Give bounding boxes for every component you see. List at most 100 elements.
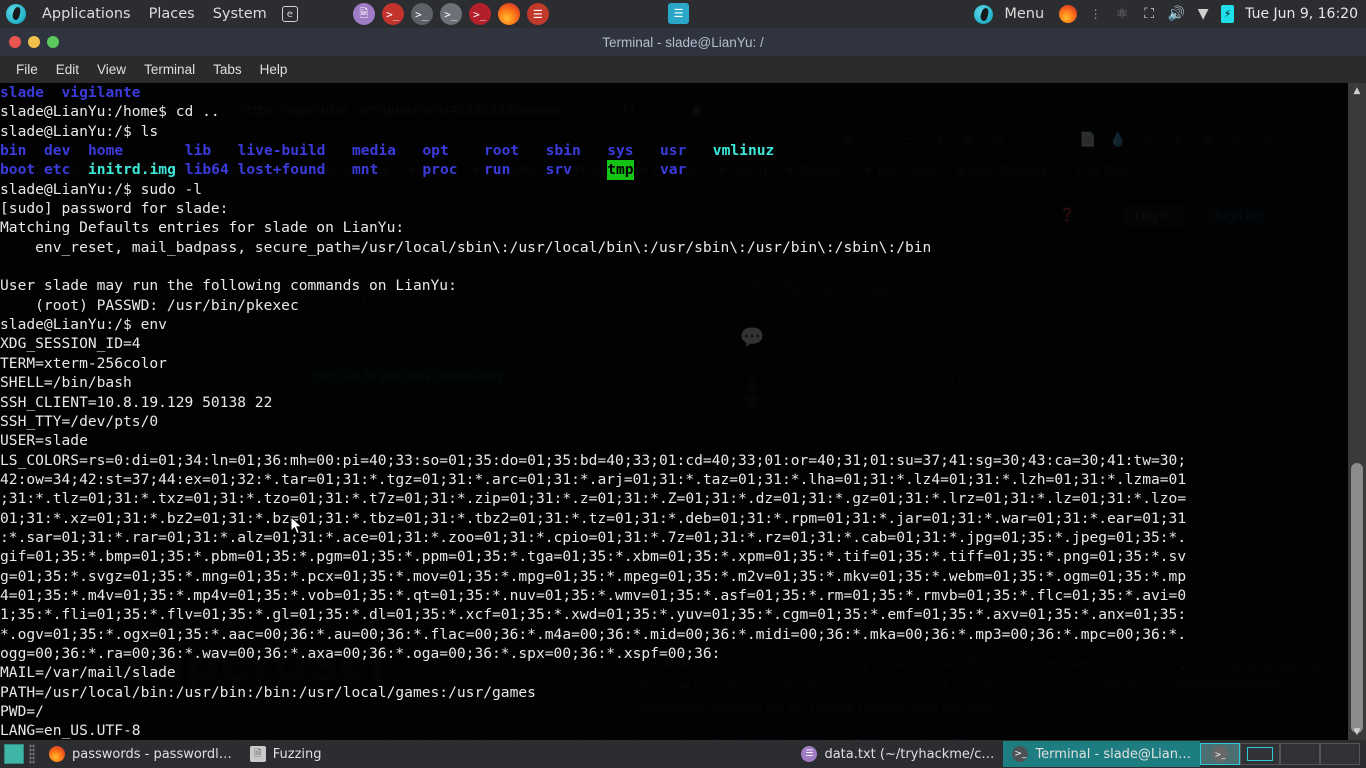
top-panel: Applications Places System e 🗎 >_ >_ >_ … bbox=[0, 0, 1366, 28]
terminal-body[interactable]: slade vigilanteslade@LianYu:/home$ cd ..… bbox=[0, 83, 1366, 740]
ls-entry: opt bbox=[422, 141, 448, 160]
terminal-icon: >_ bbox=[1012, 746, 1028, 762]
scroll-up-arrow-icon[interactable]: ▲ bbox=[1348, 83, 1366, 99]
terminal-line: slade@LianYu:/$ sudo -l bbox=[0, 180, 1348, 199]
volume-icon[interactable]: 🔊 bbox=[1167, 5, 1185, 23]
notes-icon[interactable]: ☰ bbox=[668, 3, 689, 24]
terminal-line: *.ogv=01;35:*.ogx=01;35:*.aac=00;36:*.au… bbox=[0, 625, 1348, 644]
clock[interactable]: Tue Jun 9, 16:20 bbox=[1243, 6, 1358, 22]
ls-entry: sys bbox=[607, 141, 633, 160]
terminal-line: ogg=00;36:*.ra=00;36:*.wav=00;36:*.axa=0… bbox=[0, 644, 1348, 663]
launcher-terminal-red-icon[interactable]: >_ bbox=[382, 3, 404, 25]
workspace-switcher[interactable]: >_ bbox=[1200, 743, 1360, 765]
taskbar-item-fuzzing[interactable]: 🗎 Fuzzing bbox=[241, 741, 331, 767]
panel-launchers: 🗎 >_ >_ >_ >_ ☰ bbox=[353, 3, 549, 25]
ls-entry: tmp bbox=[607, 160, 633, 179]
terminal-line: PWD=/ bbox=[0, 702, 1348, 721]
ls-entry: etc bbox=[44, 160, 70, 179]
parrot-logo-icon[interactable] bbox=[6, 4, 26, 24]
ls-entry: root bbox=[484, 141, 519, 160]
terminal-window: Terminal - slade@LianYu: / File Edit Vie… bbox=[0, 28, 1366, 740]
terminal-line: TERM=xterm-256color bbox=[0, 354, 1348, 373]
terminal-line: Matching Defaults entries for slade on L… bbox=[0, 218, 1348, 237]
panel-center-icon-wrap: ☰ bbox=[668, 3, 689, 24]
launcher-text-editor-icon[interactable]: ☰ bbox=[527, 3, 549, 25]
terminal-line: ;31:*.tlz=01;31:*.txz=01;31:*.tzo=01;31:… bbox=[0, 489, 1348, 508]
ls-entry: lib bbox=[185, 141, 211, 160]
terminal-titlebar[interactable]: Terminal - slade@LianYu: / bbox=[0, 28, 1366, 56]
workspace-window-outline bbox=[1247, 747, 1273, 761]
window-title: Terminal - slade@LianYu: / bbox=[0, 35, 1366, 50]
terminal-indicator-icon[interactable]: e bbox=[282, 6, 298, 22]
launcher-terminal-grey-icon[interactable]: >_ bbox=[411, 3, 433, 25]
ls-entry: usr bbox=[660, 141, 686, 160]
scroll-down-arrow-icon[interactable]: ▼ bbox=[1348, 724, 1366, 740]
terminal-output: slade vigilanteslade@LianYu:/home$ cd ..… bbox=[0, 83, 1348, 740]
workspace-3[interactable] bbox=[1280, 743, 1320, 765]
ls-output-row-1: bindevhomeliblive-buildmediaoptrootsbins… bbox=[0, 141, 1348, 160]
menu-tabs[interactable]: Tabs bbox=[205, 60, 250, 79]
launcher-terminal-dark-red-icon[interactable]: >_ bbox=[469, 3, 491, 25]
menu-button-logo-icon[interactable] bbox=[974, 5, 993, 24]
menu-button[interactable]: Menu bbox=[1004, 6, 1050, 22]
ls-output-row-2: bootetcinitrd.imglib64lost+foundmntprocr… bbox=[0, 160, 1348, 179]
terminal-line: (root) PASSWD: /usr/bin/pkexec bbox=[0, 296, 1348, 315]
taskbar-item-datatxt[interactable]: ☰ data.txt (~/tryhackme/c… bbox=[792, 741, 1003, 767]
firefox-tray-icon[interactable] bbox=[1059, 5, 1077, 23]
terminal-line: :*.sar=01;31:*.rar=01;31:*.alz=01;31:*.a… bbox=[0, 528, 1348, 547]
terminal-scrollbar[interactable]: ▲ ▼ bbox=[1348, 83, 1366, 740]
terminal-line: slade@LianYu:/$ env bbox=[0, 315, 1348, 334]
bluetooth-icon[interactable]: ⚛ bbox=[1113, 5, 1131, 23]
menu-file[interactable]: File bbox=[8, 60, 46, 79]
terminal-line: PATH=/usr/local/bin:/usr/bin:/bin:/usr/l… bbox=[0, 683, 1348, 702]
ls-entry: home bbox=[88, 141, 123, 160]
ls-entry: initrd.img bbox=[88, 160, 176, 179]
menu-system[interactable]: System bbox=[204, 6, 276, 22]
ls-entry: dev bbox=[44, 141, 70, 160]
display-icon[interactable]: ⛶ bbox=[1140, 5, 1158, 23]
taskbar-grip[interactable] bbox=[29, 744, 35, 764]
launcher-terminal-root-icon[interactable]: >_ bbox=[440, 3, 462, 25]
terminal-line: 4=01;35:*.m4v=01;35:*.mp4v=01;35:*.vob=0… bbox=[0, 586, 1348, 605]
menu-edit[interactable]: Edit bbox=[48, 60, 87, 79]
vertical-dots-icon[interactable]: ⋮ bbox=[1086, 5, 1104, 23]
workspace-4[interactable] bbox=[1320, 743, 1360, 765]
taskbar-item-terminal[interactable]: >_ Terminal - slade@Lian… bbox=[1003, 741, 1200, 767]
terminal-line: slade@LianYu:/$ ls bbox=[0, 122, 1348, 141]
user-entry: slade bbox=[0, 84, 44, 101]
menu-help[interactable]: Help bbox=[252, 60, 296, 79]
desktop-root: https://superuser.com/questions/4522655/… bbox=[0, 0, 1366, 768]
ls-entry: lib64 bbox=[185, 160, 229, 179]
menu-terminal[interactable]: Terminal bbox=[136, 60, 203, 79]
ls-entry: proc bbox=[422, 160, 457, 179]
terminal-line bbox=[0, 257, 1348, 276]
terminal-line: XDG_SESSION_ID=4 bbox=[0, 334, 1348, 353]
show-desktop-button[interactable] bbox=[4, 744, 24, 764]
ls-entry: live-build bbox=[238, 141, 326, 160]
terminal-line: [sudo] password for slade: bbox=[0, 199, 1348, 218]
menu-places[interactable]: Places bbox=[140, 6, 204, 22]
ls-entry: mnt bbox=[352, 160, 378, 179]
terminal-line: SHELL=/bin/bash bbox=[0, 373, 1348, 392]
wifi-icon[interactable]: ▼ bbox=[1194, 5, 1212, 23]
menu-applications[interactable]: Applications bbox=[33, 6, 140, 22]
terminal-line: USER=slade bbox=[0, 431, 1348, 450]
ls-entry: bin bbox=[0, 141, 26, 160]
taskbar-item-label: Fuzzing bbox=[273, 747, 322, 762]
taskbar-item-label: passwords - passwordl… bbox=[72, 747, 232, 762]
text-editor-icon: ☰ bbox=[801, 746, 817, 762]
terminal-line: SSH_CLIENT=10.8.19.129 50138 22 bbox=[0, 393, 1348, 412]
mouse-cursor-icon bbox=[291, 517, 303, 535]
taskbar-item-firefox[interactable]: passwords - passwordl… bbox=[40, 741, 241, 767]
workspace-1[interactable]: >_ bbox=[1200, 743, 1240, 765]
battery-icon[interactable]: ⚡ bbox=[1221, 5, 1234, 23]
menu-view[interactable]: View bbox=[89, 60, 134, 79]
workspace-2[interactable] bbox=[1240, 743, 1280, 765]
terminal-line: LS_COLORS=rs=0:di=01;34:ln=01;36:mh=00:p… bbox=[0, 451, 1348, 470]
terminal-line: SSH_TTY=/dev/pts/0 bbox=[0, 412, 1348, 431]
ls-entry: vmlinuz bbox=[713, 141, 775, 160]
launcher-files-icon[interactable]: 🗎 bbox=[353, 3, 375, 25]
firefox-icon bbox=[49, 746, 65, 762]
scrollbar-thumb[interactable] bbox=[1351, 463, 1363, 733]
launcher-firefox-icon[interactable] bbox=[498, 3, 520, 25]
